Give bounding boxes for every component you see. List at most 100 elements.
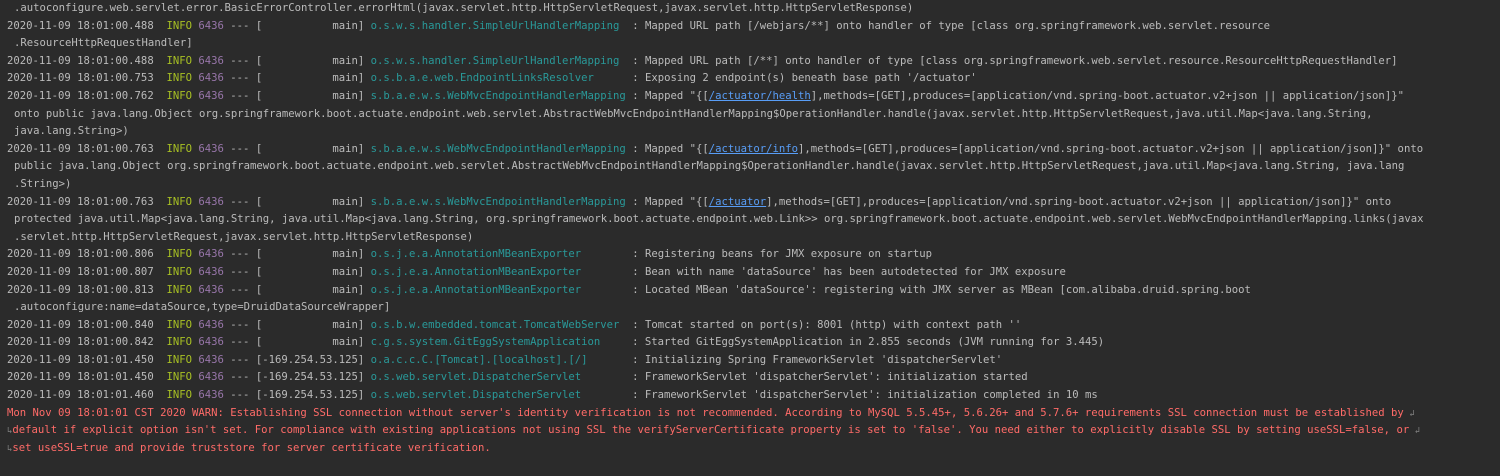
log-timestamp: 2020-11-09 18:01:00.840 xyxy=(7,318,154,331)
log-level: INFO xyxy=(166,142,192,155)
log-message-suffix: ],methods=[GET],produces=[application/vn… xyxy=(798,142,1424,155)
log-continuation: .String>) xyxy=(14,177,72,190)
log-line: 2020-11-09 18:01:00.806 INFO 6436 --- [ … xyxy=(7,246,1488,264)
log-logger-padding xyxy=(588,354,633,366)
log-separator: --- xyxy=(230,353,250,366)
log-thread: [-169.254.53.125] xyxy=(255,353,365,366)
log-separator: --- xyxy=(230,195,250,208)
log-message-prefix: : Mapped "{[ xyxy=(632,195,709,208)
log-continuation: protected java.util.Map<java.lang.String… xyxy=(14,213,1424,226)
log-logger-padding xyxy=(619,319,632,331)
endpoint-link[interactable]: /actuator/info xyxy=(709,143,798,155)
endpoint-link[interactable]: /actuator xyxy=(709,196,766,208)
log-thread: [-169.254.53.125] xyxy=(255,389,365,402)
log-message-prefix: : Mapped "{[ xyxy=(632,89,709,102)
log-line: 2020-11-09 18:01:00.753 INFO 6436 --- [ … xyxy=(7,70,1488,88)
log-logger-padding xyxy=(581,389,632,401)
log-thread: main] xyxy=(332,89,365,102)
log-thread-padding xyxy=(269,284,326,296)
log-thread-padding xyxy=(269,248,326,260)
log-thread-padding xyxy=(269,266,326,278)
log-level: INFO xyxy=(166,283,192,296)
log-message: : Initializing Spring FrameworkServlet '… xyxy=(632,353,1003,366)
log-pid: 6436 xyxy=(198,248,224,261)
log-thread-bracket: [ xyxy=(255,19,263,32)
log-thread-bracket: [ xyxy=(255,195,263,208)
endpoint-link[interactable]: /actuator/health xyxy=(709,90,811,102)
log-thread: main] xyxy=(332,72,365,85)
log-logger-padding xyxy=(581,371,632,383)
log-line: .autoconfigure:name=dataSource,type=Drui… xyxy=(7,299,1488,317)
log-logger-padding xyxy=(619,55,632,67)
log-level: INFO xyxy=(166,389,192,402)
log-timestamp: 2020-11-09 18:01:00.488 xyxy=(7,54,154,67)
log-level: INFO xyxy=(166,265,192,278)
log-line: 2020-11-09 18:01:01.450 INFO 6436 --- [-… xyxy=(7,352,1488,370)
log-thread-padding xyxy=(269,72,326,84)
log-thread: main] xyxy=(332,248,365,261)
log-message: : FrameworkServlet 'dispatcherServlet': … xyxy=(632,389,1098,402)
log-logger: s.b.a.e.w.s.WebMvcEndpointHandlerMapping xyxy=(370,195,626,208)
log-thread-padding xyxy=(269,319,326,331)
log-message: : Exposing 2 endpoint(s) beneath base pa… xyxy=(632,72,977,85)
log-logger: s.b.a.e.w.s.WebMvcEndpointHandlerMapping xyxy=(370,89,626,102)
log-thread: main] xyxy=(332,19,365,32)
log-logger: s.b.a.e.w.s.WebMvcEndpointHandlerMapping xyxy=(370,142,626,155)
log-level: INFO xyxy=(166,336,192,349)
log-thread-padding xyxy=(269,55,326,67)
log-line: 2020-11-09 18:01:01.460 INFO 6436 --- [-… xyxy=(7,387,1488,405)
log-separator: --- xyxy=(230,389,250,402)
log-continuation: .servlet.http.HttpServletRequest,javax.s… xyxy=(14,230,474,243)
log-continuation: onto public java.lang.Object org.springf… xyxy=(14,107,1373,120)
log-level: INFO xyxy=(166,89,192,102)
log-pid: 6436 xyxy=(198,353,224,366)
warning-message: default if explicit option isn't set. Fo… xyxy=(12,424,1410,437)
log-logger-padding xyxy=(600,336,632,348)
log-separator: --- xyxy=(230,265,250,278)
warning-message: set useSSL=true and provide truststore f… xyxy=(12,441,491,454)
log-line: 2020-11-09 18:01:00.813 INFO 6436 --- [ … xyxy=(7,282,1488,300)
log-message: : Tomcat started on port(s): 8001 (http)… xyxy=(632,318,1022,331)
log-message-prefix: : Mapped "{[ xyxy=(632,142,709,155)
warning-message: Mon Nov 09 18:01:01 CST 2020 WARN: Estab… xyxy=(7,406,1404,419)
log-line: Mon Nov 09 18:01:01 CST 2020 WARN: Estab… xyxy=(7,405,1488,423)
log-separator: --- xyxy=(230,336,250,349)
log-thread-padding xyxy=(269,336,326,348)
log-timestamp: 2020-11-09 18:01:01.450 xyxy=(7,353,154,366)
log-line: 2020-11-09 18:01:00.488 INFO 6436 --- [ … xyxy=(7,53,1488,71)
log-thread-bracket: [ xyxy=(255,142,263,155)
log-logger: o.s.j.e.a.AnnotationMBeanExporter xyxy=(370,283,582,296)
log-level: INFO xyxy=(166,72,192,85)
log-continuation: .ResourceHttpRequestHandler] xyxy=(14,37,193,50)
log-line: 2020-11-09 18:01:00.488 INFO 6436 --- [ … xyxy=(7,18,1488,36)
log-pid: 6436 xyxy=(198,265,224,278)
log-message: : FrameworkServlet 'dispatcherServlet': … xyxy=(632,371,1028,384)
log-pid: 6436 xyxy=(198,336,224,349)
log-logger-padding xyxy=(581,248,632,260)
log-line: 2020-11-09 18:01:01.450 INFO 6436 --- [-… xyxy=(7,369,1488,387)
log-pid: 6436 xyxy=(198,283,224,296)
log-continuation: public java.lang.Object org.springframew… xyxy=(14,160,1405,173)
log-logger: o.s.b.a.e.web.EndpointLinksResolver xyxy=(370,72,594,85)
console-output[interactable]: .autoconfigure.web.servlet.error.BasicEr… xyxy=(0,0,1500,476)
log-line: .ResourceHttpRequestHandler] xyxy=(7,35,1488,53)
log-separator: --- xyxy=(230,72,250,85)
log-message: : Located MBean 'dataSource': registerin… xyxy=(632,283,1251,296)
log-message: : Registering beans for JMX exposure on … xyxy=(632,248,932,261)
log-separator: --- xyxy=(230,283,250,296)
log-separator: --- xyxy=(230,54,250,67)
log-timestamp: 2020-11-09 18:01:00.762 xyxy=(7,89,154,102)
log-timestamp: 2020-11-09 18:01:01.460 xyxy=(7,389,154,402)
log-pid: 6436 xyxy=(198,19,224,32)
log-timestamp: 2020-11-09 18:01:01.450 xyxy=(7,371,154,384)
log-logger: o.s.w.s.handler.SimpleUrlHandlerMapping xyxy=(370,19,620,32)
log-pid: 6436 xyxy=(198,54,224,67)
soft-wrap-icon: ↲ xyxy=(1403,408,1415,419)
log-thread: main] xyxy=(332,318,365,331)
log-pid: 6436 xyxy=(198,72,224,85)
log-line: onto public java.lang.Object org.springf… xyxy=(7,106,1488,124)
log-logger: o.s.w.s.handler.SimpleUrlHandlerMapping xyxy=(370,54,620,67)
log-line: 2020-11-09 18:01:00.807 INFO 6436 --- [ … xyxy=(7,264,1488,282)
log-logger: o.s.web.servlet.DispatcherServlet xyxy=(370,389,582,402)
log-continuation: .autoconfigure.web.servlet.error.BasicEr… xyxy=(14,2,914,14)
